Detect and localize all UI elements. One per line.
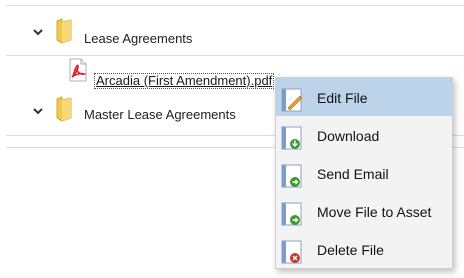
menu-item-label: Send Email	[317, 166, 389, 182]
menu-item-label: Delete File	[317, 242, 384, 258]
menu-item-label: Edit File	[317, 90, 368, 106]
pdf-icon	[69, 58, 87, 82]
send-icon	[281, 164, 302, 188]
top-divider	[6, 5, 464, 6]
tree-folder-lease-agreements[interactable]: Lease Agreements	[6, 14, 464, 56]
delete-icon	[281, 240, 302, 264]
menu-item-label: Download	[317, 128, 380, 144]
folder-label: Lease Agreements	[84, 31, 193, 46]
context-menu: Edit File Download Send Email Move File …	[275, 77, 453, 269]
folder-icon	[56, 96, 72, 122]
folder-icon	[56, 18, 72, 44]
menu-item-download[interactable]: Download	[276, 116, 452, 154]
chevron-down-icon[interactable]	[32, 105, 44, 117]
file-link[interactable]: Arcadia (First Amendment).pdf	[94, 73, 275, 89]
menu-item-delete-file[interactable]: Delete File	[276, 230, 452, 268]
folder-label: Master Lease Agreements	[84, 107, 236, 122]
move-icon	[281, 202, 302, 226]
menu-item-move-file[interactable]: Move File to Asset	[276, 192, 452, 230]
edit-pencil-icon	[281, 88, 303, 112]
menu-item-label: Move File to Asset	[317, 204, 432, 220]
chevron-down-icon[interactable]	[32, 26, 44, 38]
menu-item-edit-file[interactable]: Edit File	[276, 78, 452, 116]
menu-item-send-email[interactable]: Send Email	[276, 154, 452, 192]
download-icon	[281, 126, 302, 150]
